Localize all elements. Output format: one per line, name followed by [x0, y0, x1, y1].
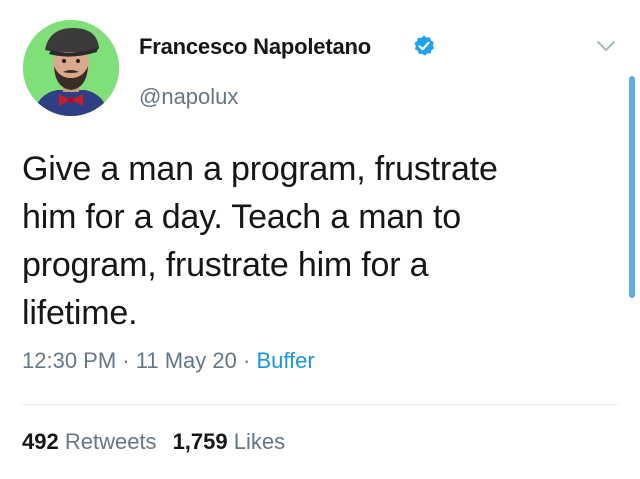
- meta-separator: ·: [242, 348, 251, 373]
- likes-count: 1,759: [172, 429, 228, 454]
- avatar[interactable]: [23, 20, 119, 116]
- user-name[interactable]: Francesco Napoletano: [139, 34, 371, 60]
- retweets-label: Retweets: [64, 429, 157, 454]
- divider: [22, 404, 618, 405]
- likes-stat[interactable]: 1,759 Likes: [173, 429, 286, 454]
- retweets-stat[interactable]: 492 Retweets: [22, 429, 157, 454]
- tweet-time: 12:30 PM: [22, 348, 117, 373]
- verified-badge-icon: [414, 35, 435, 56]
- profile-photo-icon: [23, 20, 119, 116]
- tweet-stats: 492 Retweets 1,759 Likes: [22, 429, 285, 455]
- user-handle[interactable]: @napolux: [139, 84, 238, 110]
- meta-separator: ·: [122, 348, 130, 373]
- chevron-down-icon[interactable]: [595, 38, 617, 54]
- tweet-card: Francesco Napoletano @napolux Give a man…: [0, 0, 640, 479]
- tweet-text: Give a man a program, frustrate him for …: [22, 150, 498, 332]
- likes-label: Likes: [233, 429, 286, 454]
- retweets-count: 492: [22, 429, 59, 454]
- tweet-timestamp: 12:30 PM · 11 May 20 · Buffer: [22, 348, 315, 374]
- tweet-date: 11 May 20: [135, 348, 237, 373]
- tweet-source-link[interactable]: Buffer: [256, 348, 314, 373]
- scrollbar[interactable]: [629, 76, 635, 298]
